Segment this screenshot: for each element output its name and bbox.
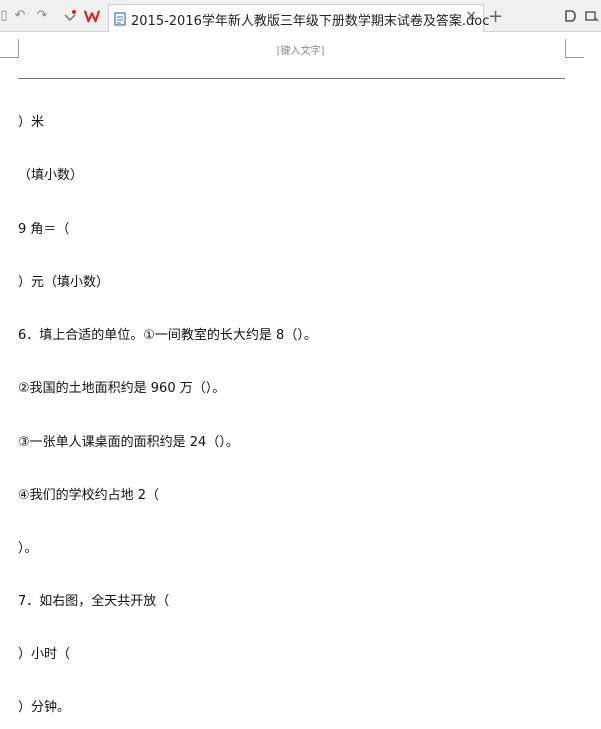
document-line: （填小数） (18, 168, 84, 183)
document-tab[interactable]: 2015-2016学年新人教版三年级下册数学期末试卷及答案.doc × (108, 4, 489, 32)
document-line: ）小时（ (18, 647, 71, 662)
quick-access-dropdown-icon[interactable] (62, 8, 78, 24)
pdf-icon[interactable] (562, 8, 578, 24)
document-tab-title: 2015-2016学年新人教版三年级下册数学期末试卷及答案.doc (131, 14, 490, 29)
document-line: ）米 (18, 115, 45, 130)
document-line: 6．填上合适的单位。①一间教室的长大约是 8（）。 (18, 328, 317, 343)
document-line: ③一张单人课桌面的面积约是 24（）。 (18, 435, 239, 450)
redo-icon[interactable]: ↷ (34, 8, 50, 24)
document-page[interactable]: [键入文字] ）米 （填小数） 9 角＝（ ）元（填小数） 6．填上合适的单位。… (0, 33, 601, 729)
document-icon (113, 11, 127, 30)
layout-icon[interactable] (584, 8, 600, 24)
document-line: ）。 (18, 541, 38, 556)
tab-bar: ▯ ↶ ↷ 2015-2016学年新人教版三年级下册数学期末试卷及答案.doc … (0, 0, 601, 32)
document-line: 9 角＝（ (18, 222, 70, 237)
document-line: 7．如右图，全天共开放（ (18, 594, 170, 609)
file-icon[interactable]: ▯ (0, 8, 12, 24)
wps-logo-icon[interactable] (84, 8, 100, 24)
document-line: ④我们的学校约占地 2（ (18, 488, 160, 503)
document-line: ②我国的土地面积约是 960 万（）。 (18, 381, 226, 396)
header-divider (18, 78, 565, 79)
undo-icon[interactable]: ↶ (12, 8, 28, 24)
header-placeholder[interactable]: [键入文字] (0, 42, 601, 57)
close-tab-button[interactable]: × (465, 8, 477, 24)
new-tab-button[interactable]: + (488, 6, 503, 27)
document-line: ）分钟。 (18, 700, 71, 715)
document-line: ）元（填小数） (18, 275, 110, 290)
